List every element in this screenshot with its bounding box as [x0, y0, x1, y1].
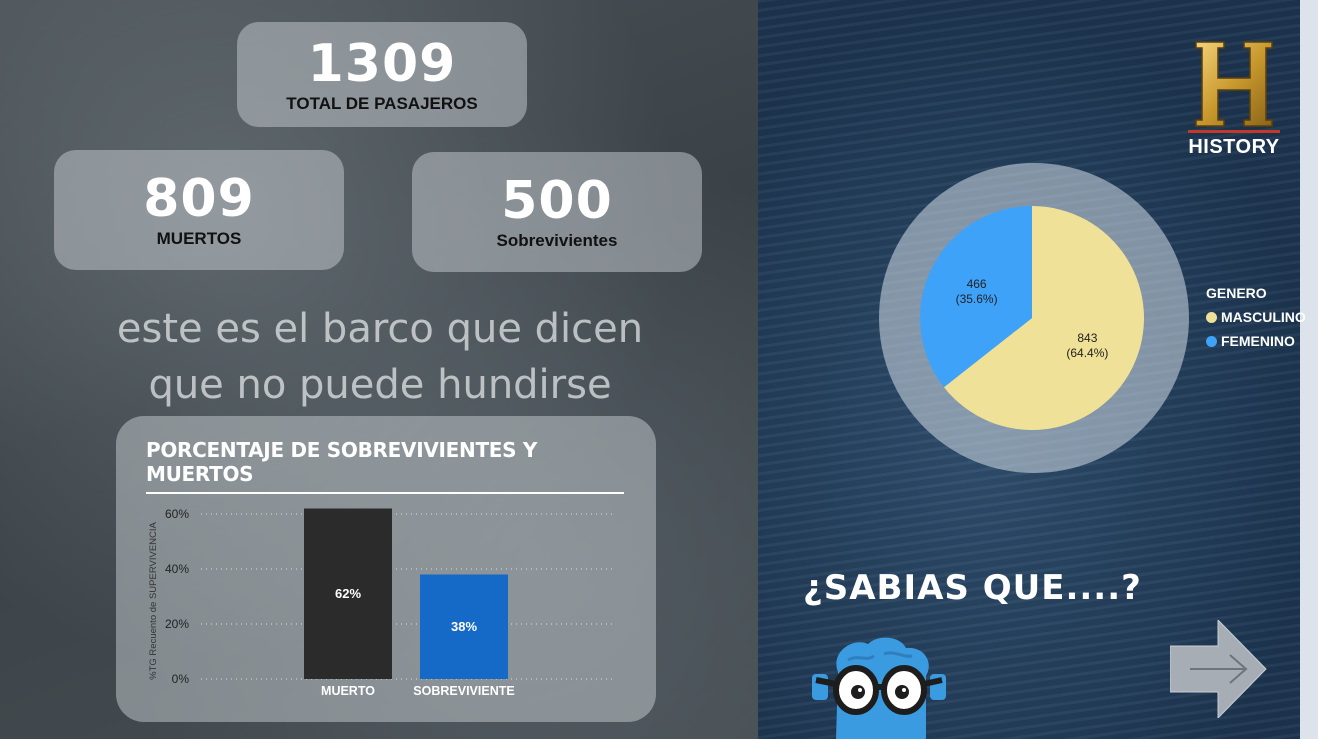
legend-item-masculino[interactable]: MASCULINO: [1206, 309, 1306, 325]
pie-label-pct: (35.6%): [956, 292, 998, 306]
y-tick-label: 40%: [165, 562, 189, 576]
legend-label-masculino: MASCULINO: [1221, 309, 1306, 325]
pie-label-count: 843: [1077, 331, 1097, 345]
pie-legend: GENERO MASCULINO FEMENINO: [1206, 285, 1306, 349]
y-tick-label: 20%: [165, 617, 189, 631]
kpi-card-total: 1309 TOTAL DE PASAJEROS: [237, 22, 527, 127]
bar-data-label: 38%: [451, 619, 477, 634]
x-tick-label: SOBREVIVIENTE: [413, 684, 514, 698]
legend-item-femenino[interactable]: FEMENINO: [1206, 333, 1306, 349]
kpi-sobrevivientes-label: Sobrevivientes: [496, 231, 618, 250]
bar-chart-panel: PORCENTAJE DE SOBREVIVIENTES Y MUERTOS 0…: [116, 416, 656, 722]
bar-chart: 0% 20% 40% 60% %TG Recuento de SUPERVIVENCIA…: [148, 507, 616, 698]
history-logo-text: HISTORY: [1188, 136, 1280, 158]
arrow-right-icon[interactable]: [1170, 620, 1268, 718]
pie-label-count: 466: [967, 277, 987, 291]
kpi-card-muertos: 809 MUERTOS: [54, 150, 344, 270]
history-h-icon: [1188, 41, 1280, 133]
kpi-muertos-value: 809: [143, 169, 255, 229]
kpi-total-value: 1309: [307, 33, 457, 94]
legend-label-femenino: FEMENINO: [1221, 333, 1295, 349]
kpi-card-sobrevivientes: 500 Sobrevivientes: [412, 152, 702, 272]
y-tick-label: 0%: [172, 672, 190, 686]
sabias-que-heading: ¿SABIAS QUE....?: [803, 568, 1142, 608]
bar-data-label: 62%: [335, 586, 361, 601]
pie-chart: 843(64.4%) 466(35.6%): [920, 206, 1144, 430]
kpi-sobrevivientes-value: 500: [501, 171, 613, 231]
legend-dot-masculino: [1206, 311, 1217, 323]
kpi-total-label: TOTAL DE PASAJEROS: [286, 93, 478, 113]
x-tick-label: MUERTO: [321, 684, 375, 698]
kpi-muertos-label: MUERTOS: [156, 229, 242, 248]
pie-label-pct: (64.4%): [1066, 346, 1108, 360]
legend-dot-femenino: [1206, 335, 1217, 347]
legend-title: GENERO: [1206, 285, 1267, 301]
quote-line-2: que no puede hundirse: [148, 362, 612, 408]
y-axis-label: %TG Recuento de SUPERVIVENCIA: [148, 521, 159, 679]
brain-glasses-icon: [812, 637, 946, 739]
y-tick-label: 60%: [165, 507, 189, 521]
right-edge-strip: [1300, 0, 1318, 739]
quote-line-1: este es el barco que dicen: [116, 306, 644, 352]
history-logo: HISTORY: [1182, 40, 1286, 160]
